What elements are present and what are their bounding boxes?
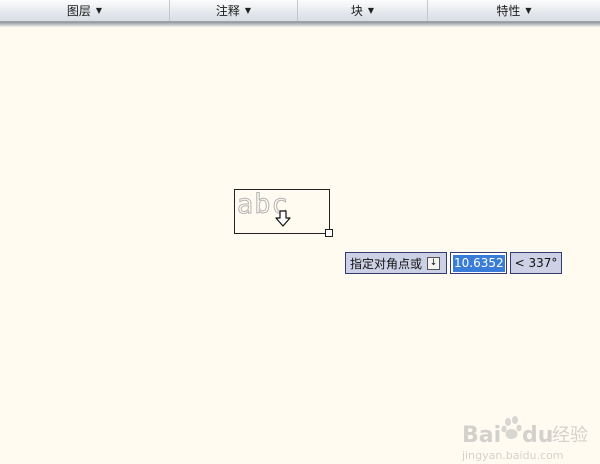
dropdown-arrow-icon: ▼ xyxy=(367,6,375,15)
svg-text:Bai: Bai xyxy=(462,423,501,448)
svg-text:经验: 经验 xyxy=(552,425,588,446)
dropdown-arrow-icon: ▼ xyxy=(525,6,532,15)
prompt-text: 指定对角点或 xyxy=(350,256,423,271)
svg-text:du: du xyxy=(522,423,553,448)
panel-tab-label: 图层 xyxy=(66,4,91,18)
dynamic-input-prompt: 指定对角点或 ↓ xyxy=(345,252,447,274)
ribbon-panel-bar: 图层 ▼ 注释 ▼ 块 ▼ 特性 ▼ xyxy=(0,0,600,22)
dropdown-arrow-icon: ▼ xyxy=(95,6,103,15)
options-arrow-icon[interactable]: ↓ xyxy=(427,256,440,270)
dropdown-arrow-icon: ▼ xyxy=(244,6,252,15)
baidu-jingyan-watermark: Bai du 经验 jingyan.baidu.com xyxy=(461,416,588,462)
panel-tab-label: 特性 xyxy=(496,4,521,18)
length-value[interactable]: 10.6352 xyxy=(453,254,505,272)
panel-tab-label: 注释 xyxy=(215,4,240,18)
panel-tab-properties[interactable]: 特性 ▼ xyxy=(428,0,600,21)
length-input-field[interactable]: 10.6352 xyxy=(450,252,507,274)
panel-tab-annotation[interactable]: 注释 ▼ xyxy=(170,0,298,21)
angle-input-field[interactable]: < 337° xyxy=(510,252,562,274)
angle-value: < 337° xyxy=(514,256,558,270)
drag-cursor-icon xyxy=(275,210,291,227)
drawing-canvas[interactable]: abc 指定对角点或 ↓ 10.6352 < 337° Bai du 经验 ji… xyxy=(0,27,600,462)
svg-text:jingyan.baidu.com: jingyan.baidu.com xyxy=(461,449,564,462)
panel-tab-label: 块 xyxy=(350,4,363,18)
corner-grip[interactable] xyxy=(325,229,333,237)
panel-tab-block[interactable]: 块 ▼ xyxy=(298,0,428,21)
panel-tab-layers[interactable]: 图层 ▼ xyxy=(0,0,170,21)
